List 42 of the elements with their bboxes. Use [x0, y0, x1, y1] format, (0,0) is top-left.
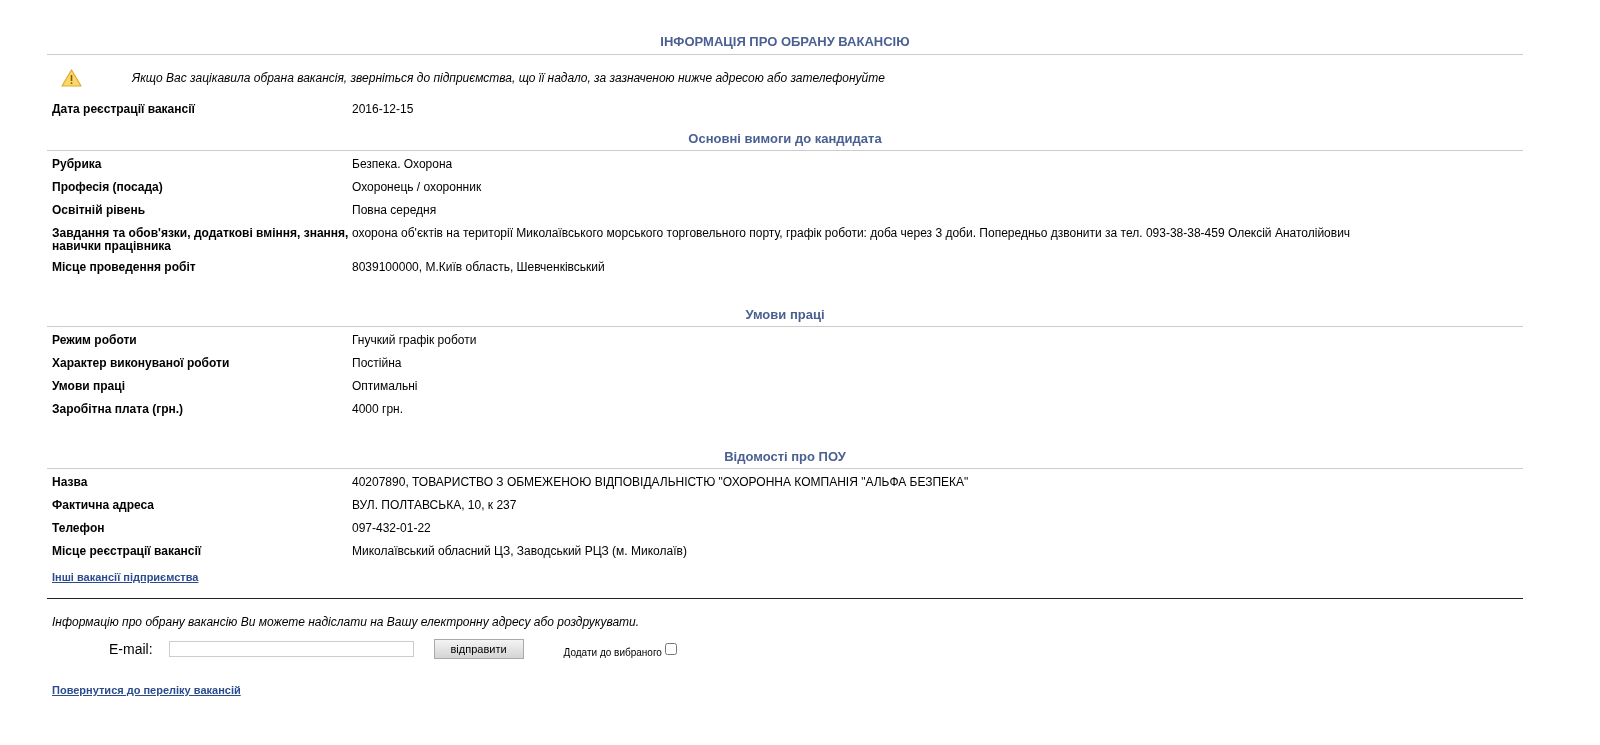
section-heading: Відомості про ПОУ: [724, 449, 846, 464]
back-link[interactable]: Повернутися до переліку вакансій: [52, 684, 241, 696]
field-label: Телефон: [52, 522, 106, 537]
email-label: E-mail:: [109, 641, 153, 657]
field-value: охорона об'єктів на території Миколаївського морського торговельного порту, графік роботи: доба через 3 доби. Попередньо дзвонити за тел. 093-38-38-459 Олексій Анатолійович: [352, 227, 1352, 242]
notice-text: Якщо Вас зацікавила обрана вакансія, зверніться до підприємства, що її надало, за зазначеною нижче адресою або зателефонуйте: [132, 71, 885, 85]
field-value: ВУЛ. ПОЛТАВСЬКА, 10, к 237: [352, 499, 518, 514]
section-heading: Основні вимоги до кандидата: [688, 131, 882, 146]
field-value: Гнучкий графік роботи: [352, 334, 478, 349]
page-title: ІНФОРМАЦІЯ ПРО ОБРАНУ ВАКАНСІЮ: [660, 34, 910, 49]
field-value: Охоронець / охоронник: [352, 181, 483, 196]
field-value: 4000 грн.: [352, 403, 405, 418]
field-value: 097-432-01-22: [352, 522, 432, 537]
field-label: Професія (посада): [52, 181, 164, 196]
field-label: Завдання та обов'язки, додаткові вміння, знання, навички працівника: [52, 227, 350, 253]
field-label: Рубрика: [52, 158, 103, 173]
field-label: Умови праці: [52, 380, 126, 395]
field-label: Дата реєстрації вакансії: [52, 103, 196, 118]
field-label: Освітній рівень: [52, 204, 147, 219]
send-note: Інформацію про обрану вакансію Ви можете надіслати на Вашу електронну адресу або роздрукувати.: [51, 614, 641, 631]
field-label: Режим роботи: [52, 334, 138, 349]
field-label: Місце проведення робіт: [52, 261, 197, 276]
field-label: Назва: [52, 476, 89, 491]
field-value: Повна середня: [352, 204, 438, 219]
favorite-checkbox[interactable]: [664, 643, 677, 655]
email-field[interactable]: [168, 641, 414, 657]
section-heading: Умови праці: [745, 307, 825, 322]
field-label: Місце реєстрації вакансії: [52, 545, 203, 560]
other-vacancies-link[interactable]: Інші вакансії підприємства: [52, 571, 199, 583]
send-button[interactable]: відправити: [433, 639, 524, 659]
field-value: Безпека. Охорона: [352, 158, 454, 173]
field-value: 2016-12-15: [352, 103, 415, 118]
field-label: Фактична адреса: [52, 499, 156, 514]
favorite-label: Додати до вибраного: [563, 646, 662, 658]
field-value: 8039100000, М.Київ область, Шевченківський: [352, 261, 606, 276]
field-value: Миколаївський обласний ЦЗ, Заводський РЦЗ (м. Миколаїв): [352, 545, 688, 560]
warning-icon: [61, 69, 82, 87]
field-label: Заробітна плата (грн.): [52, 403, 185, 418]
field-label: Характер виконуваної роботи: [52, 357, 231, 372]
field-value: Оптимальні: [352, 380, 419, 395]
field-value: Постійна: [352, 357, 403, 372]
field-value: 40207890, ТОВАРИСТВО З ОБМЕЖЕНОЮ ВІДПОВІДАЛЬНІСТЮ "ОХОРОННА КОМПАНІЯ "АЛЬФА БЕЗПЕКА": [352, 476, 970, 491]
